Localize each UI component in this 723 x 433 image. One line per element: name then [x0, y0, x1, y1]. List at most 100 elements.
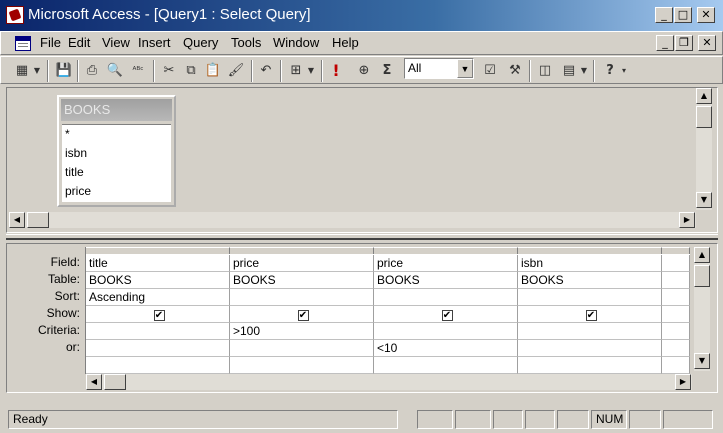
- grid-field-cell[interactable]: price: [374, 255, 518, 272]
- grid-field-cell[interactable]: [662, 255, 690, 272]
- grid-or-cell[interactable]: [86, 340, 230, 357]
- scroll-right-icon[interactable]: ▶: [675, 374, 691, 390]
- field-item[interactable]: isbn: [65, 146, 87, 160]
- paste-icon[interactable]: 📋: [202, 60, 224, 82]
- undo-icon[interactable]: ↶: [255, 60, 277, 82]
- toolbar-options-icon[interactable]: ▾: [619, 60, 629, 82]
- grid-sort-cell[interactable]: Ascending: [86, 289, 230, 306]
- grid-field-cell[interactable]: title: [86, 255, 230, 272]
- copy-icon[interactable]: ⧉: [180, 60, 202, 82]
- grid-show-cell[interactable]: ✔: [374, 306, 518, 323]
- table-name[interactable]: BOOKS: [61, 99, 172, 121]
- field-item[interactable]: title: [65, 165, 84, 179]
- grid-show-cell[interactable]: ✔: [230, 306, 374, 323]
- scroll-left-icon[interactable]: ◀: [86, 374, 102, 390]
- column-selector[interactable]: [374, 247, 518, 254]
- view-dropdown-arrow-icon[interactable]: ▼: [31, 60, 43, 82]
- doc-restore-button[interactable]: ❐: [675, 35, 693, 51]
- menu-view[interactable]: View: [102, 35, 130, 50]
- grid-table-cell[interactable]: BOOKS: [518, 272, 662, 289]
- table-field-list[interactable]: BOOKS * isbn title price: [57, 95, 176, 207]
- grid-sort-cell[interactable]: [230, 289, 374, 306]
- print-icon[interactable]: ⎙: [81, 60, 103, 82]
- new-object-dropdown-icon[interactable]: ▼: [578, 60, 590, 82]
- scroll-down-icon[interactable]: ▼: [696, 192, 712, 208]
- grid-show-cell[interactable]: [662, 306, 690, 323]
- grid-field-cell[interactable]: isbn: [518, 255, 662, 272]
- menu-window[interactable]: Window: [273, 35, 319, 50]
- properties-icon[interactable]: ☑: [479, 60, 501, 82]
- new-object-icon[interactable]: ▤: [558, 60, 580, 82]
- help-icon[interactable]: ?: [599, 60, 621, 82]
- menu-insert[interactable]: Insert: [138, 35, 171, 50]
- show-checkbox[interactable]: ✔: [153, 310, 165, 321]
- grid-sort-cell[interactable]: [662, 289, 690, 306]
- grid-criteria-cell[interactable]: [518, 323, 662, 340]
- menu-edit[interactable]: Edit: [68, 35, 90, 50]
- run-icon[interactable]: !: [325, 60, 347, 82]
- grid-sort-cell[interactable]: [518, 289, 662, 306]
- menu-file[interactable]: File: [40, 35, 61, 50]
- grid-criteria-cell[interactable]: >100: [230, 323, 374, 340]
- query-type-dropdown-icon[interactable]: ▼: [305, 60, 317, 82]
- scroll-up-icon[interactable]: ▲: [696, 88, 712, 104]
- scroll-left-icon[interactable]: ◀: [9, 212, 25, 228]
- grid-or-cell[interactable]: [518, 340, 662, 357]
- scroll-right-icon[interactable]: ▶: [679, 212, 695, 228]
- show-checkbox[interactable]: ✔: [585, 310, 597, 321]
- query-type-icon[interactable]: ⊞: [285, 60, 307, 82]
- view-datasheet-icon[interactable]: ▦: [11, 60, 33, 82]
- column-selector[interactable]: [230, 247, 374, 254]
- menu-help[interactable]: Help: [332, 35, 359, 50]
- grid-table-cell[interactable]: BOOKS: [374, 272, 518, 289]
- maximize-button[interactable]: □: [674, 7, 692, 23]
- grid-sort-cell[interactable]: [374, 289, 518, 306]
- show-checkbox[interactable]: ✔: [441, 310, 453, 321]
- print-preview-icon[interactable]: 🔍: [104, 60, 126, 82]
- doc-close-button[interactable]: ✕: [698, 35, 716, 51]
- document-icon[interactable]: [15, 36, 31, 51]
- column-selector[interactable]: [86, 247, 230, 254]
- field-item[interactable]: *: [65, 127, 70, 141]
- grid-table-cell[interactable]: [662, 272, 690, 289]
- doc-minimize-button[interactable]: _: [656, 35, 674, 51]
- scroll-thumb[interactable]: [694, 265, 710, 287]
- table-pane-vscrollbar[interactable]: ▲ ▼: [696, 88, 712, 210]
- scroll-thumb[interactable]: [696, 106, 712, 128]
- access-key-icon[interactable]: [6, 6, 24, 24]
- minimize-button[interactable]: _: [655, 7, 673, 23]
- grid-empty-cell[interactable]: [86, 357, 230, 374]
- menu-query[interactable]: Query: [183, 35, 218, 50]
- spelling-icon[interactable]: ᴬᴮᶜ: [127, 60, 149, 82]
- table-pane-hscrollbar[interactable]: ◀ ▶: [9, 212, 696, 228]
- build-icon[interactable]: ⚒: [504, 60, 526, 82]
- grid-empty-cell[interactable]: [662, 357, 690, 374]
- totals-icon[interactable]: Σ: [376, 60, 398, 82]
- format-painter-icon[interactable]: 🖌: [225, 60, 247, 82]
- combo-dropdown-arrow-icon[interactable]: ▼: [457, 59, 473, 78]
- grid-table-cell[interactable]: BOOKS: [86, 272, 230, 289]
- grid-empty-cell[interactable]: [230, 357, 374, 374]
- grid-vscrollbar[interactable]: ▲ ▼: [694, 247, 710, 371]
- database-window-icon[interactable]: ◫: [534, 60, 556, 82]
- grid-show-cell[interactable]: ✔: [86, 306, 230, 323]
- top-values-combo[interactable]: All ▼: [404, 58, 474, 79]
- scroll-thumb[interactable]: [104, 374, 126, 390]
- grid-criteria-cell[interactable]: [662, 323, 690, 340]
- grid-field-cell[interactable]: price: [230, 255, 374, 272]
- pane-splitter[interactable]: [6, 234, 718, 240]
- grid-or-cell[interactable]: [662, 340, 690, 357]
- scroll-thumb[interactable]: [27, 212, 49, 228]
- save-icon[interactable]: 💾: [53, 60, 75, 82]
- grid-hscrollbar[interactable]: ◀ ▶: [86, 374, 692, 390]
- show-table-icon[interactable]: ⊕: [353, 60, 375, 82]
- scroll-up-icon[interactable]: ▲: [694, 247, 710, 263]
- cut-icon[interactable]: ✂: [158, 60, 180, 82]
- grid-criteria-cell[interactable]: [374, 323, 518, 340]
- grid-table-cell[interactable]: BOOKS: [230, 272, 374, 289]
- field-item[interactable]: price: [65, 184, 91, 198]
- close-button[interactable]: ✕: [697, 7, 715, 23]
- grid-empty-cell[interactable]: [518, 357, 662, 374]
- menu-tools[interactable]: Tools: [231, 35, 261, 50]
- show-checkbox[interactable]: ✔: [297, 310, 309, 321]
